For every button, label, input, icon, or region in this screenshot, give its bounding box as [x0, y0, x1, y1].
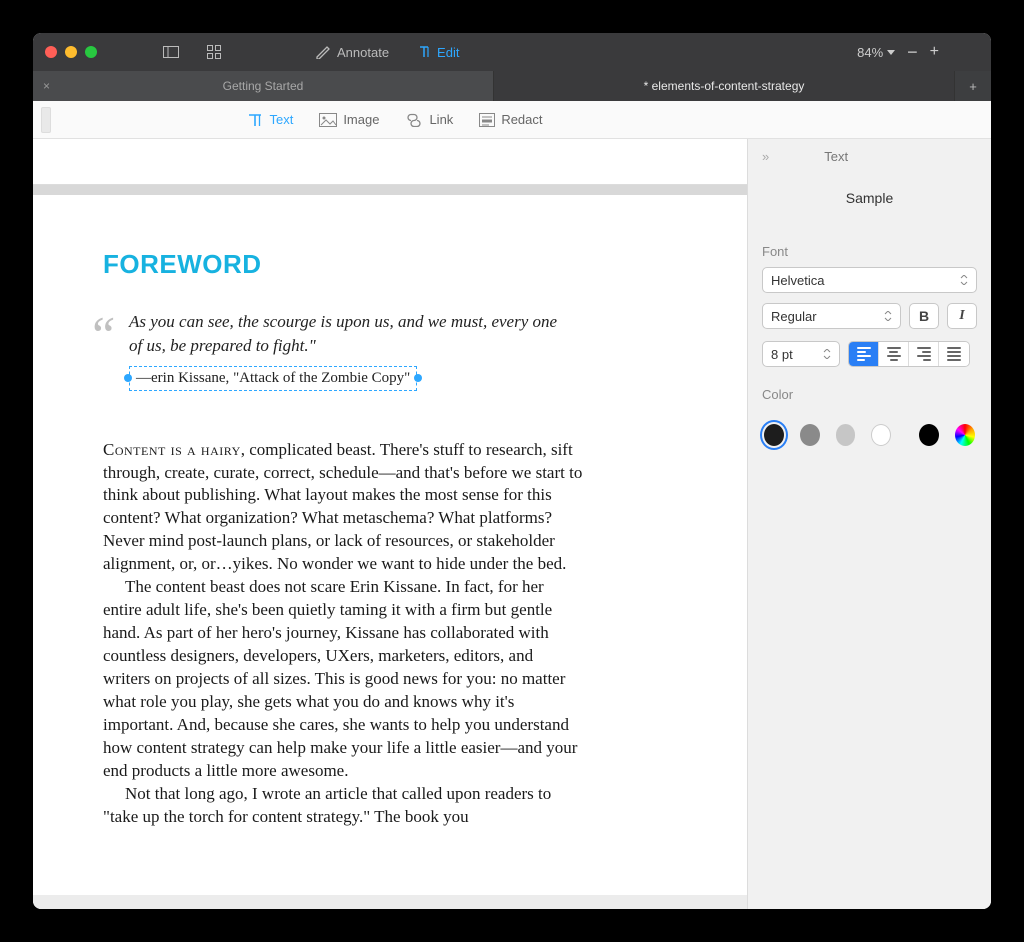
sidebar-icon	[163, 46, 179, 58]
tool-image-button[interactable]: Image	[307, 107, 391, 133]
zoom-in-button[interactable]: +	[930, 43, 939, 61]
pencil-icon	[315, 45, 331, 59]
align-justify-button[interactable]	[939, 342, 969, 366]
align-center-button[interactable]	[879, 342, 909, 366]
chevron-down-icon	[823, 347, 831, 362]
font-preview: Sample	[762, 190, 977, 206]
tab-getting-started[interactable]: × Getting Started	[33, 71, 494, 101]
close-tab-icon[interactable]: ×	[43, 79, 50, 93]
foreword-quote: “ As you can see, the scourge is upon us…	[103, 310, 573, 358]
tool-label: Redact	[501, 112, 542, 127]
zoom-dropdown[interactable]: 84%	[857, 45, 895, 60]
edit-label: Edit	[437, 45, 459, 60]
attribution-author: erin Kissane,	[151, 370, 229, 386]
zoom-window-button[interactable]	[85, 46, 97, 58]
attribution-dash: —	[136, 370, 151, 386]
color-swatch-3[interactable]	[836, 424, 856, 446]
tab-strip: × Getting Started * elements-of-content-…	[33, 71, 991, 101]
color-swatch-5[interactable]	[919, 424, 939, 446]
chevron-down-icon	[887, 50, 895, 55]
document-viewport[interactable]: FOREWORD “ As you can see, the scourge i…	[33, 139, 747, 909]
grid-toggle-button[interactable]	[201, 41, 227, 63]
italic-button[interactable]: I	[947, 303, 977, 329]
color-picker-button[interactable]	[955, 424, 975, 446]
inspector-panel: » Text Sample Font Helvetica Regular B I	[747, 139, 991, 909]
sidebar-toggle-button[interactable]	[157, 42, 185, 62]
page-title: FOREWORD	[103, 249, 693, 280]
zoom-value: 84%	[857, 45, 883, 60]
align-right-icon	[917, 347, 931, 361]
font-size-select[interactable]: 8 pt	[762, 341, 840, 367]
color-swatch-1[interactable]	[764, 424, 784, 446]
grid-icon	[207, 45, 221, 59]
paragraph-2: The content beast does not scare Erin Ki…	[103, 576, 583, 782]
tab-label: Getting Started	[223, 79, 304, 93]
text-align-segmented	[848, 341, 970, 367]
tool-label: Image	[343, 112, 379, 127]
tool-link-button[interactable]: Link	[393, 107, 465, 133]
tab-elements-of-content-strategy[interactable]: * elements-of-content-strategy	[494, 71, 955, 101]
text-tool-icon	[247, 112, 263, 128]
redact-tool-icon	[479, 113, 495, 127]
font-family-select[interactable]: Helvetica	[762, 267, 977, 293]
annotate-mode-button[interactable]: Annotate	[309, 41, 395, 64]
titlebar: Annotate Edit 84% − +	[33, 33, 991, 71]
minimize-window-button[interactable]	[65, 46, 77, 58]
tab-label: * elements-of-content-strategy	[644, 79, 805, 93]
color-swatch-2[interactable]	[800, 424, 820, 446]
thumbnail-handle[interactable]	[41, 107, 51, 133]
zoom-out-button[interactable]: −	[907, 42, 918, 63]
align-center-icon	[887, 347, 901, 361]
image-tool-icon	[319, 113, 337, 127]
color-swatches	[762, 420, 977, 450]
lead-smallcaps: Content is a hairy	[103, 440, 241, 459]
close-window-button[interactable]	[45, 46, 57, 58]
plus-icon: +	[969, 79, 977, 94]
align-left-button[interactable]	[849, 342, 879, 366]
quote-text: As you can see, the scourge is upon us, …	[129, 312, 557, 355]
collapse-inspector-button[interactable]: »	[762, 149, 769, 164]
font-size-value: 8 pt	[771, 347, 793, 362]
inspector-title: Text	[824, 149, 848, 164]
font-weight-select[interactable]: Regular	[762, 303, 901, 329]
tool-label: Link	[429, 112, 453, 127]
document-page: FOREWORD “ As you can see, the scourge i…	[33, 195, 747, 895]
text-cursor-icon	[417, 45, 431, 59]
chevron-down-icon	[884, 309, 892, 324]
new-tab-button[interactable]: +	[955, 71, 991, 101]
color-swatch-4[interactable]	[871, 424, 891, 446]
align-right-button[interactable]	[909, 342, 939, 366]
tool-text-button[interactable]: Text	[235, 107, 305, 133]
selected-text-box[interactable]: —erin Kissane, "Attack of the Zombie Cop…	[129, 366, 417, 391]
tool-label: Text	[269, 112, 293, 127]
edit-toolbar: Text Image Link	[33, 101, 991, 139]
font-family-value: Helvetica	[771, 273, 824, 288]
body-text: Content is a hairy, complicated beast. T…	[103, 439, 583, 829]
chevron-down-icon	[960, 273, 968, 288]
font-section-label: Font	[762, 244, 977, 259]
color-section-label: Color	[762, 387, 977, 402]
window-controls	[45, 46, 97, 58]
para1-rest: , complicated beast. There's stuff to re…	[103, 440, 582, 574]
align-left-icon	[857, 347, 871, 361]
font-weight-value: Regular	[771, 309, 817, 324]
paragraph-3: Not that long ago, I wrote an article th…	[103, 783, 583, 829]
annotate-label: Annotate	[337, 45, 389, 60]
tool-redact-button[interactable]: Redact	[467, 107, 554, 133]
edit-mode-button[interactable]: Edit	[411, 41, 465, 64]
quote-mark-icon: “	[87, 300, 116, 373]
attribution-work: "Attack of the Zombie Copy"	[233, 370, 410, 386]
link-tool-icon	[405, 113, 423, 127]
bold-button[interactable]: B	[909, 303, 939, 329]
align-justify-icon	[947, 347, 961, 361]
